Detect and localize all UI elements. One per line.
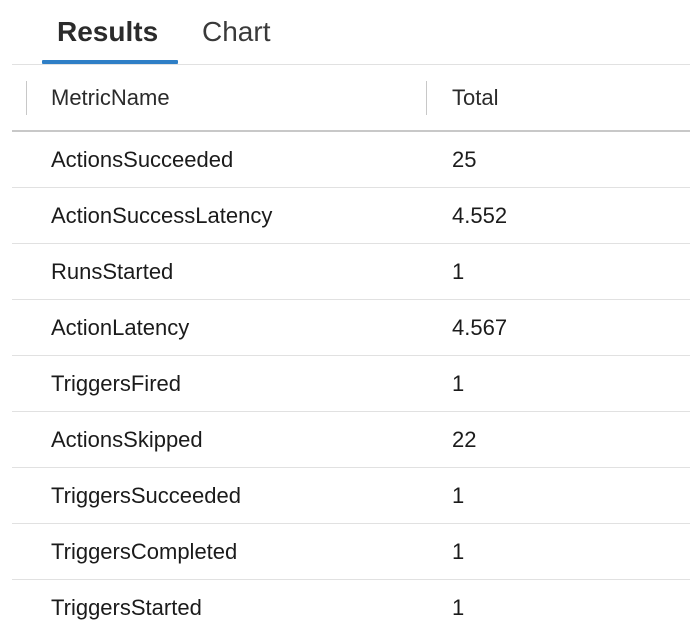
cell-total: 25	[452, 147, 477, 172]
table-row[interactable]: TriggersCompleted 1	[12, 524, 690, 580]
cell-total: 22	[452, 427, 477, 452]
cell-metricname: ActionSuccessLatency	[51, 203, 273, 228]
cell-metricname: TriggersStarted	[51, 595, 202, 620]
cell-total: 4.567	[452, 315, 508, 340]
tab-chart-label: Chart	[202, 16, 271, 47]
column-header-total[interactable]: Total	[452, 76, 498, 120]
table-row[interactable]: TriggersSucceeded 1	[12, 468, 690, 524]
cell-metricname: ActionsSkipped	[51, 427, 203, 452]
table-row[interactable]: TriggersStarted 1	[12, 580, 690, 635]
cell-metricname: TriggersCompleted	[51, 539, 238, 564]
column-resize-handle[interactable]	[426, 81, 427, 115]
cell-metricname: TriggersSucceeded	[51, 483, 241, 508]
cell-total: 1	[452, 371, 465, 396]
cell-metricname: ActionsSucceeded	[51, 147, 234, 172]
cell-total: 1	[452, 595, 465, 620]
column-header-metricname[interactable]: MetricName	[51, 76, 170, 120]
tab-results-label: Results	[57, 16, 159, 47]
tab-bar: Results Chart	[12, 0, 690, 65]
table-header: MetricName Total	[12, 76, 690, 132]
table-row[interactable]: ActionsSucceeded 25	[12, 132, 690, 188]
results-table: MetricName Total ActionsSucceeded 25 Act…	[12, 76, 690, 635]
column-resize-handle[interactable]	[26, 81, 27, 115]
cell-metricname: RunsStarted	[51, 259, 174, 284]
cell-total: 1	[452, 483, 465, 508]
tab-results[interactable]: Results	[42, 14, 178, 64]
cell-metricname: TriggersFired	[51, 371, 181, 396]
table-row[interactable]: ActionsSkipped 22	[12, 412, 690, 468]
active-tab-indicator	[42, 60, 178, 64]
table-row[interactable]: RunsStarted 1	[12, 244, 690, 300]
table-row[interactable]: ActionSuccessLatency 4.552	[12, 188, 690, 244]
table-row[interactable]: ActionLatency 4.567	[12, 300, 690, 356]
cell-total: 4.552	[452, 203, 508, 228]
tab-chart[interactable]: Chart	[202, 14, 270, 62]
cell-total: 1	[452, 259, 465, 284]
cell-total: 1	[452, 539, 465, 564]
cell-metricname: ActionLatency	[51, 315, 190, 340]
table-row[interactable]: TriggersFired 1	[12, 356, 690, 412]
